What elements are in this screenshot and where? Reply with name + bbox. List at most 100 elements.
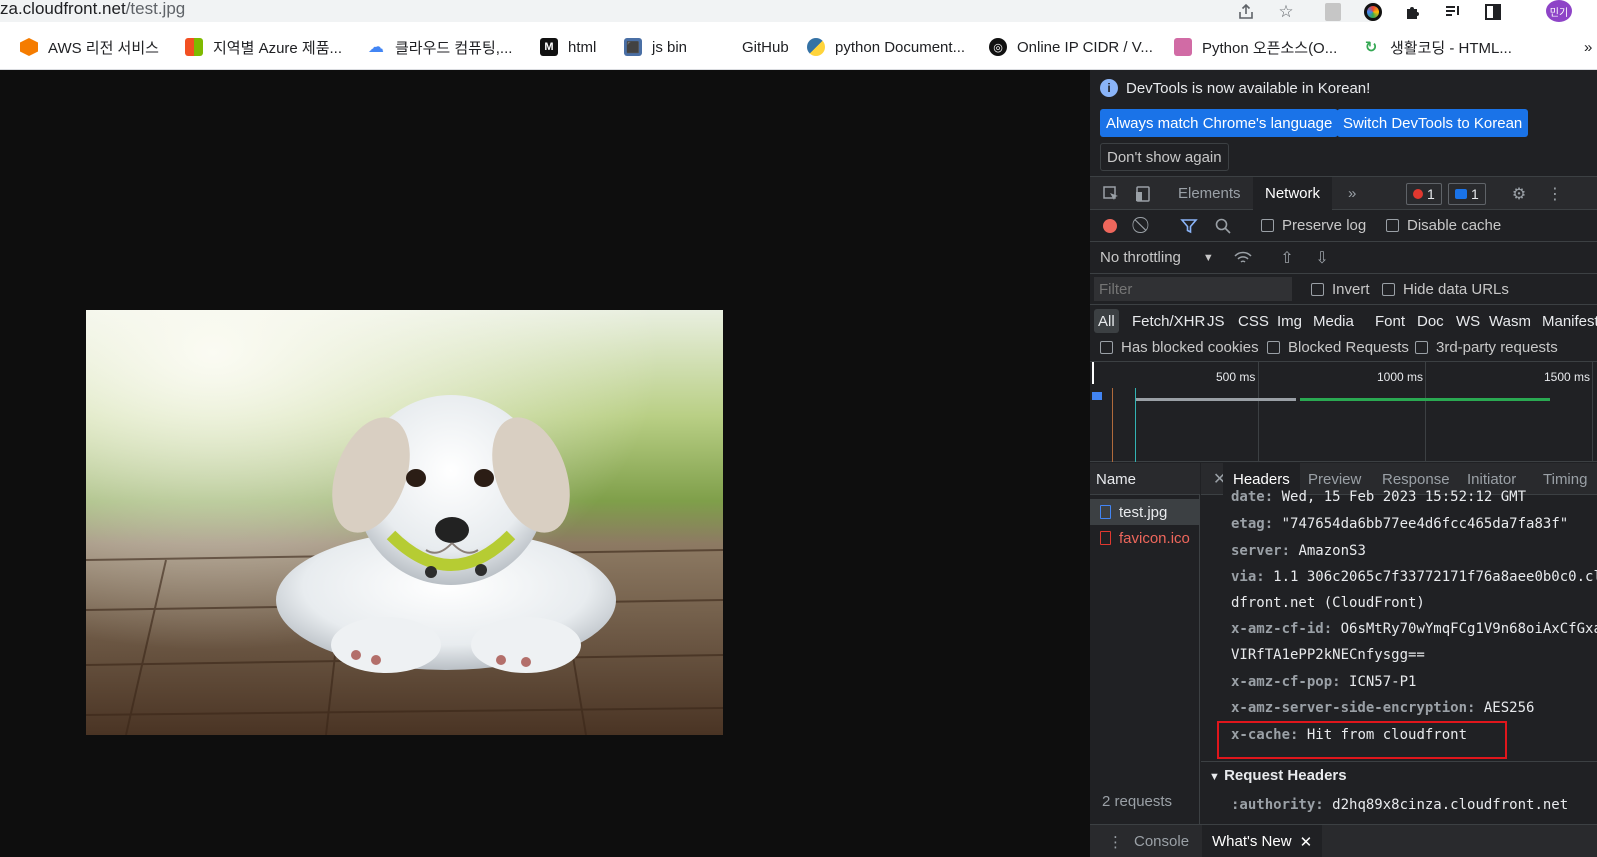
tick-label: 1000 ms xyxy=(1377,370,1424,384)
request-row[interactable]: favicon.ico xyxy=(1090,525,1200,551)
bookmark-python-oss[interactable]: Python 오픈소스(O... xyxy=(1174,36,1337,58)
type-filter-font[interactable]: Font xyxy=(1371,309,1409,333)
header-row-cf-id-cont[interactable]: VIRfTA1ePP2kNECnfysgg== xyxy=(1231,647,1425,663)
side-panel-icon[interactable] xyxy=(1482,1,1504,23)
header-row-authority[interactable]: :authority: d2hq89x8cinza.cloudfront.net xyxy=(1231,797,1568,813)
type-filter-all[interactable]: All xyxy=(1094,309,1119,333)
header-row-cf-id[interactable]: x-amz-cf-id: O6sMtRy70wYmqFCg1V9n68oiAxC… xyxy=(1231,621,1597,637)
type-filter-fetch[interactable]: Fetch/XHR xyxy=(1128,309,1209,333)
timeline-dcl-line xyxy=(1112,388,1113,462)
disable-cache-checkbox[interactable]: Disable cache xyxy=(1386,217,1501,234)
close-icon[interactable]: ✕ xyxy=(1300,833,1313,851)
type-filter-ws[interactable]: WS xyxy=(1452,309,1484,333)
request-summary: 2 requests xyxy=(1102,793,1173,810)
more-bookmarks-icon[interactable]: » xyxy=(1584,36,1592,58)
refresh-green-icon: ↻ xyxy=(1364,39,1378,56)
preserve-log-checkbox[interactable]: Preserve log xyxy=(1261,217,1366,234)
info-icon: i xyxy=(1100,79,1118,97)
name-column-header[interactable]: Name xyxy=(1090,463,1200,495)
request-detail-panel: ✕ Headers Preview Response Initiator Tim… xyxy=(1201,463,1597,857)
type-filter-css[interactable]: CSS xyxy=(1234,309,1273,333)
network-conditions-icon[interactable] xyxy=(1232,247,1254,269)
microsoft-logo-icon xyxy=(185,38,203,56)
request-headers-section[interactable]: ▼ Request Headers xyxy=(1209,767,1347,784)
tab-whats-new[interactable]: What's New ✕ xyxy=(1202,825,1323,857)
bookmarks-bar: AWS 리전 서비스 지역별 Azure 제품... ☁ 클라우드 컴퓨팅,..… xyxy=(0,24,1597,70)
filter-input[interactable] xyxy=(1094,277,1292,301)
match-language-button[interactable]: Always match Chrome's language xyxy=(1100,109,1339,137)
timeline-bar-initial xyxy=(1092,392,1102,400)
tab-timing[interactable]: Timing xyxy=(1533,463,1597,495)
tab-network[interactable]: Network xyxy=(1253,177,1333,210)
gear-icon[interactable]: ⚙ xyxy=(1508,183,1530,205)
tab-console[interactable]: Console xyxy=(1124,825,1199,857)
puppy-image xyxy=(86,310,723,735)
type-filter-doc[interactable]: Doc xyxy=(1413,309,1448,333)
header-row-server[interactable]: server: AmazonS3 xyxy=(1231,543,1366,559)
bookmark-aws[interactable]: AWS 리전 서비스 xyxy=(20,36,159,58)
url-bar[interactable]: za.cloudfront.net/test.jpg xyxy=(0,0,1380,22)
header-row-via-cont[interactable]: dfront.net (CloudFront) xyxy=(1231,595,1425,611)
star-icon[interactable]: ☆ xyxy=(1275,1,1297,23)
bookmark-html[interactable]: M html xyxy=(540,36,596,58)
globe-icon: ◎ xyxy=(989,38,1007,56)
media-controls-icon[interactable] xyxy=(1442,1,1464,23)
header-row-date[interactable]: date: Wed, 15 Feb 2023 15:52:12 GMT xyxy=(1231,489,1526,505)
search-icon[interactable] xyxy=(1212,215,1234,237)
header-row-cf-pop[interactable]: x-amz-cf-pop: ICN57-P1 xyxy=(1231,674,1416,690)
type-filter-wasm[interactable]: Wasm xyxy=(1485,309,1535,333)
device-toolbar-icon[interactable] xyxy=(1132,183,1154,205)
type-filter-manifest[interactable]: Manifest xyxy=(1538,309,1597,333)
page-viewport xyxy=(0,70,1090,857)
third-party-checkbox[interactable]: 3rd-party requests xyxy=(1415,339,1558,356)
throttling-select[interactable]: No throttling ▼ xyxy=(1100,249,1214,266)
download-icon[interactable]: ⇩ xyxy=(1311,247,1333,269)
invert-checkbox[interactable]: Invert xyxy=(1311,281,1370,298)
bookmark-ip-cidr[interactable]: ◎ Online IP CIDR / V... xyxy=(989,36,1153,58)
network-overview-timeline[interactable]: 500 ms 1000 ms 1500 ms xyxy=(1090,362,1597,462)
type-filter-media[interactable]: Media xyxy=(1309,309,1358,333)
more-tabs-icon[interactable]: » xyxy=(1336,177,1368,210)
language-infobar: i DevTools is now available in Korean! A… xyxy=(1090,70,1597,180)
header-row-sse[interactable]: x-amz-server-side-encryption: AES256 xyxy=(1231,700,1534,716)
has-blocked-cookies-checkbox[interactable]: Has blocked cookies xyxy=(1100,339,1259,356)
dont-show-again-button[interactable]: Don't show again xyxy=(1100,143,1229,171)
jsbin-icon: ⬛ xyxy=(624,38,642,56)
error-count-badge[interactable]: 1 xyxy=(1406,183,1442,205)
switch-korean-button[interactable]: Switch DevTools to Korean xyxy=(1337,109,1529,137)
throttling-toolbar: No throttling ▼ ⇧ ⇩ xyxy=(1090,242,1597,274)
inspect-element-icon[interactable] xyxy=(1100,183,1122,205)
message-count-badge[interactable]: 1 xyxy=(1448,183,1486,205)
tab-elements[interactable]: Elements xyxy=(1166,177,1253,210)
url-path: /test.jpg xyxy=(125,0,186,18)
bookmark-github[interactable]: GitHub xyxy=(714,36,789,58)
error-icon xyxy=(1413,189,1423,199)
upload-icon[interactable]: ⇧ xyxy=(1276,247,1298,269)
x-cache-highlight-box xyxy=(1217,721,1507,759)
bookmark-azure[interactable]: 지역별 Azure 제품... xyxy=(185,36,342,58)
request-row[interactable]: test.jpg xyxy=(1090,499,1200,525)
record-icon[interactable] xyxy=(1099,215,1121,237)
infobar-message: DevTools is now available in Korean! xyxy=(1126,80,1371,97)
header-row-via[interactable]: via: 1.1 306c2065c7f33772171f76a8aee0b0c… xyxy=(1231,569,1597,585)
color-extension-icon[interactable] xyxy=(1362,1,1384,23)
hide-data-urls-checkbox[interactable]: Hide data URLs xyxy=(1382,281,1509,298)
python-logo-icon xyxy=(807,38,825,56)
triangle-down-icon: ▼ xyxy=(1209,771,1220,783)
bookmark-opentutorials[interactable]: ↻ 생활코딩 - HTML... xyxy=(1362,36,1512,58)
kebab-menu-icon[interactable]: ⋮ xyxy=(1544,183,1566,205)
header-row-etag[interactable]: etag: "747654da6bb77ee4d6fcc465da7fa83f" xyxy=(1231,516,1568,532)
type-filter-js[interactable]: JS xyxy=(1203,309,1229,333)
bookmark-google-cloud[interactable]: ☁ 클라우드 컴퓨팅,... xyxy=(367,36,512,58)
bookmark-jsbin[interactable]: ⬛ js bin xyxy=(624,36,687,58)
extension-avatar-icon[interactable] xyxy=(1322,1,1344,23)
profile-avatar[interactable]: 민기 xyxy=(1546,0,1572,22)
bookmark-python-docs[interactable]: python Document... xyxy=(807,36,965,58)
type-filter-img[interactable]: Img xyxy=(1273,309,1306,333)
filter-funnel-icon[interactable] xyxy=(1178,215,1200,237)
blocked-requests-checkbox[interactable]: Blocked Requests xyxy=(1267,339,1409,356)
clear-icon[interactable]: ⃠ xyxy=(1133,215,1155,237)
puzzle-icon[interactable] xyxy=(1402,1,1424,23)
cloud-icon: ☁ xyxy=(368,39,384,56)
share-icon[interactable] xyxy=(1235,1,1257,23)
